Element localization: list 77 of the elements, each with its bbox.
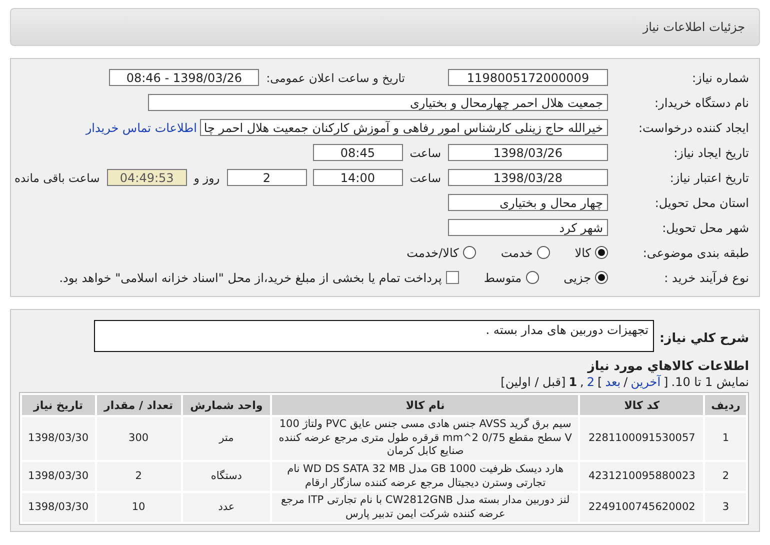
option-label: متوسط	[484, 270, 522, 284]
radio-button[interactable]	[462, 246, 476, 259]
table-cell: 2	[96, 462, 181, 492]
table-cell: 1	[705, 417, 746, 460]
days-field[interactable]: 2	[226, 169, 307, 186]
radio-button[interactable]	[595, 271, 608, 284]
table-cell: 300	[96, 417, 181, 460]
pagination-text: [	[664, 375, 668, 389]
description-field[interactable]: تجهیزات دوربین های مدار بسته .	[94, 320, 654, 352]
table-cell: هارد دیسک ظرفیت 1000 GB مدل WD DS SATA 32 MB نام تجارتی وسترن دیجیتال مرجع عرضه کننده سازگار ارقام	[272, 462, 578, 492]
validity-date-field[interactable]: 1398/03/28	[448, 169, 608, 186]
field-label: تاریخ و ساعت اعلان عمومی:	[265, 70, 406, 84]
column-header: تاریخ نیاز	[22, 395, 95, 415]
pagination-text: [قبل / اولین]	[500, 375, 566, 389]
field-label: ایجاد کننده درخواست:	[637, 120, 749, 134]
created-time-field[interactable]: 08:45	[312, 144, 403, 161]
table-cell: 1398/03/30	[22, 417, 95, 460]
table-cell: متر	[182, 417, 270, 460]
field-label: شهر محل تحویل:	[661, 220, 749, 234]
section-title: اطلاعات کالاهاي مورد نياز	[586, 358, 749, 373]
radio-button[interactable]	[526, 271, 539, 284]
column-header: واحد شمارش	[182, 395, 270, 415]
table-cell: 2249100745620002	[580, 493, 704, 522]
created-date-field[interactable]: 1398/03/26	[448, 144, 608, 161]
table-cell: 2	[705, 462, 746, 492]
table-cell: 2281100091530057	[580, 417, 704, 460]
column-header: نام کالا	[272, 395, 578, 415]
pagination-link[interactable]: 2	[586, 375, 595, 389]
requester-field[interactable]: خیرالله حاج زینلی کارشناس امور رفاهی و آموزش کارکنان جمعیت هلال احمر چا	[200, 119, 608, 136]
remaining-label: ساعت باقی مانده	[14, 170, 101, 184]
description-label: شرح کلي نياز:	[660, 330, 749, 345]
pagination-text: ]	[598, 375, 602, 389]
validity-time-field[interactable]: 14:00	[312, 169, 403, 186]
checkbox[interactable]	[446, 271, 459, 284]
pagination-link[interactable]: آخرین	[630, 375, 661, 389]
table-cell: عدد	[182, 493, 270, 522]
city-field[interactable]: شهر کرد	[448, 219, 608, 236]
contact-link[interactable]: اطلاعات تماس خریدار	[86, 120, 197, 134]
column-header: کد کالا	[580, 395, 704, 415]
field-label: تاریخ ایجاد نیاز:	[672, 146, 749, 160]
field-label: استان محل تحویل:	[654, 196, 749, 210]
column-header: تعداد / مقدار	[96, 395, 181, 415]
table-cell: 1398/03/30	[22, 493, 95, 522]
option-label: جزیی	[564, 270, 591, 284]
province-field[interactable]: چهار محال و بختیاری	[448, 194, 608, 211]
time-label: ساعت	[408, 170, 442, 184]
current-page: 1	[568, 375, 578, 389]
column-header: ردیف	[705, 395, 746, 415]
option-label: کالا	[574, 246, 591, 260]
table-cell: 10	[96, 493, 181, 522]
announce-date-field[interactable]: 1398/03/26 - 08:46	[109, 69, 260, 86]
field-label: شماره نیاز:	[691, 70, 749, 84]
radio-button[interactable]	[595, 246, 608, 259]
field-label: نوع فرآیند خرید :	[663, 270, 749, 284]
radio-button[interactable]	[536, 246, 550, 259]
remaining-time-field[interactable]: 04:49:53	[106, 169, 187, 186]
payment-note: پرداخت تمام یا بخشی از مبلغ خرید،از محل "اسناد خزانه اسلامی" خواهد بود.	[59, 270, 442, 284]
table-cell: 3	[705, 493, 746, 522]
table-cell: 1398/03/30	[22, 462, 95, 492]
days-label: روز و	[192, 170, 221, 184]
table-cell: 4231210095880023	[580, 462, 704, 492]
table-cell: لنز دوربین مدار بسته مدل CW2812GNB با نام تجارتی ITP مرجع عرضه کننده شرکت ایمن تدبیر پارس	[272, 493, 578, 522]
pagination-link[interactable]: بعد	[605, 375, 621, 389]
option-label: کالا/خدمت	[406, 246, 459, 260]
buyer-field[interactable]: جمعیت هلال احمر چهارمحال و بختیاری	[148, 94, 608, 111]
table-cell: دستگاه	[182, 462, 270, 492]
option-label: خدمت	[500, 246, 533, 260]
field-label: طبقه بندی موضوعی:	[642, 246, 749, 260]
field-label: نام دستگاه خریدار:	[654, 96, 749, 110]
pagination-text: ,	[580, 375, 584, 389]
pagination-text: /	[624, 375, 628, 389]
need-number-field[interactable]: 1198005172000009	[448, 69, 608, 86]
field-label: تاریخ اعتبار نیاز:	[668, 170, 749, 184]
table-cell: سیم برق گرید AVSS جنس هادی مسی جنس عایق PVC ولتاژ 100 V سطح مقطع 0/75 mm^2 قرقره طول متری مرجع عرضه کننده صنایع کابل کرمان	[272, 417, 578, 460]
page-title: جزئیات اطلاعات نیاز	[642, 20, 745, 34]
pagination-text: نمایش 1 تا 10.	[671, 375, 749, 389]
time-label: ساعت	[408, 146, 442, 160]
